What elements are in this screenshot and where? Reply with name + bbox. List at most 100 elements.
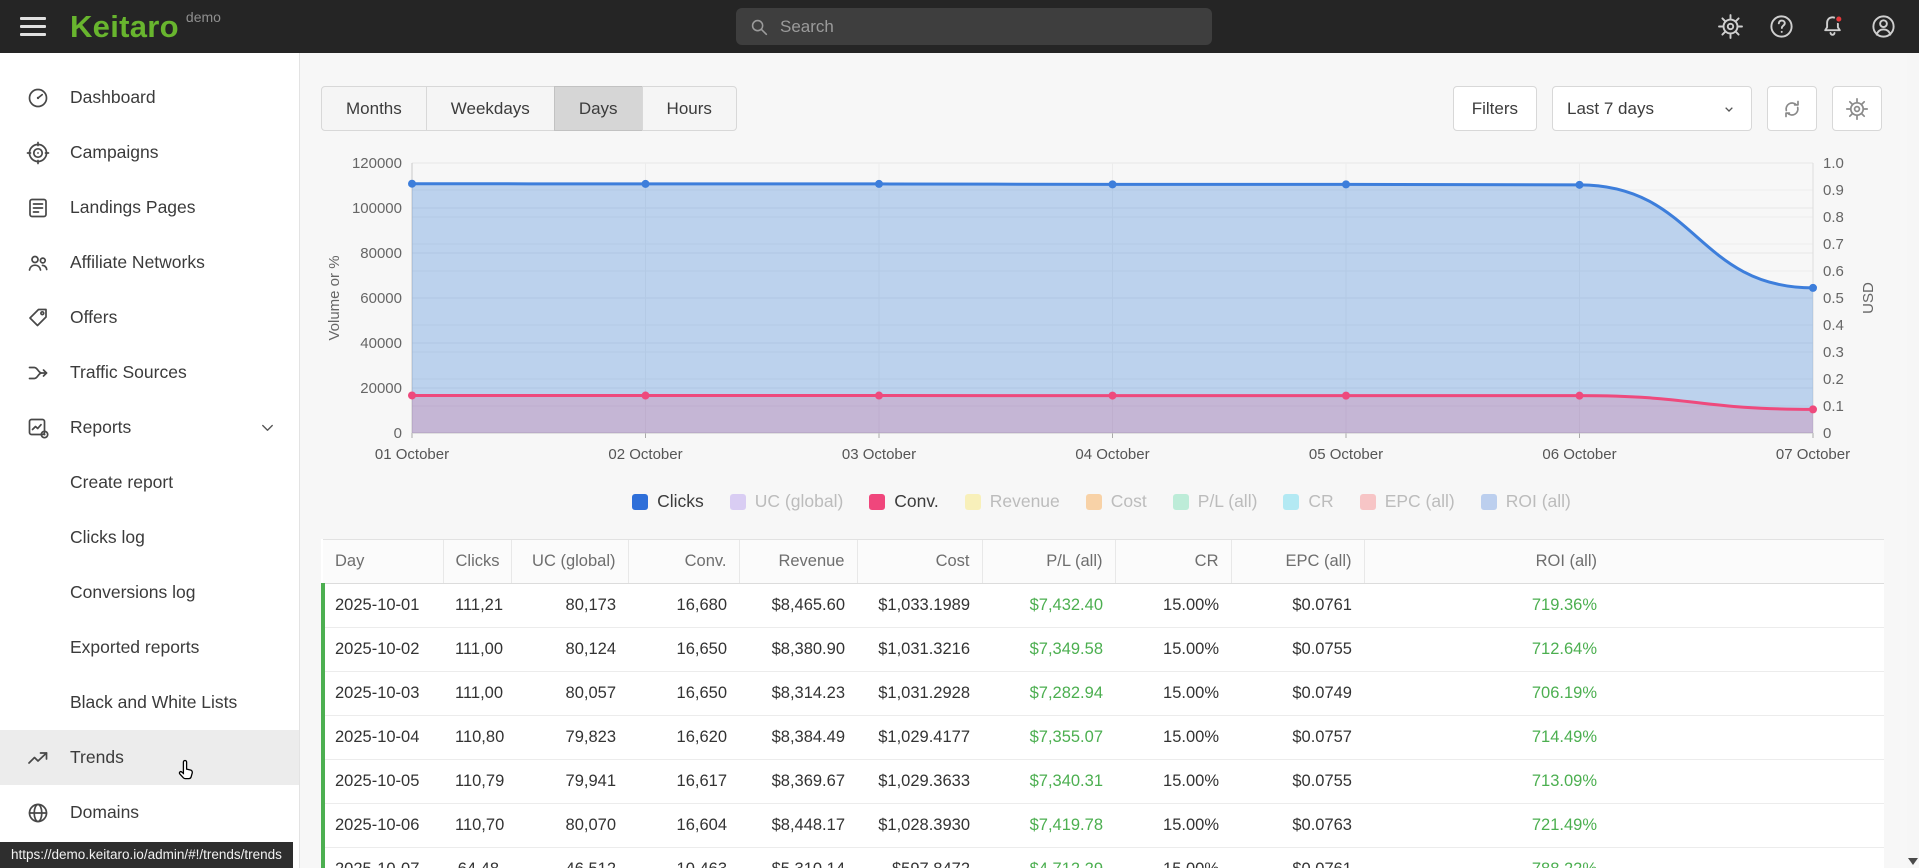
sidebar-item-reports[interactable]: Reports: [0, 400, 299, 455]
cell-revenue: $8,448.17: [739, 803, 857, 848]
cell-p-l-all: $4,712.29: [982, 847, 1115, 868]
notifications-bell-icon[interactable]: [1819, 13, 1846, 40]
user-account-icon[interactable]: [1870, 13, 1897, 40]
search-box[interactable]: [736, 8, 1212, 45]
svg-text:0: 0: [394, 425, 402, 442]
cell-revenue: $8,369.67: [739, 759, 857, 804]
legend-label: Conv.: [894, 491, 939, 511]
sidebar-item-label: Landings Pages: [70, 197, 196, 217]
cell-day: 2025-10-03: [321, 671, 443, 716]
tab-months[interactable]: Months: [321, 86, 427, 131]
trends-icon: [26, 746, 50, 770]
cell-cr: 15.00%: [1115, 803, 1231, 848]
cell-epc-all: $0.0755: [1231, 627, 1364, 672]
sidebar-item-trends[interactable]: Trends: [0, 730, 299, 785]
legend-item-revenue[interactable]: Revenue: [964, 491, 1060, 512]
cell-conv: 16,620: [628, 715, 739, 760]
sidebar-item-affiliate-networks[interactable]: Affiliate Networks: [0, 235, 299, 290]
cell-roi-all: 714.49%: [1364, 715, 1609, 760]
cell-roi-all: 706.19%: [1364, 671, 1609, 716]
sidebar-item-traffic-sources[interactable]: Traffic Sources: [0, 345, 299, 400]
sidebar-item-label: Clicks log: [70, 527, 145, 547]
legend-item-epc-all[interactable]: EPC (all): [1359, 491, 1455, 512]
sidebar-item-black-and-white-lists[interactable]: Black and White Lists: [0, 675, 299, 730]
sidebar-item-label: Domains: [70, 802, 140, 822]
chart-settings-button[interactable]: [1832, 86, 1882, 131]
svg-text:04 October: 04 October: [1075, 446, 1149, 463]
logo[interactable]: Keitaro: [70, 9, 179, 45]
offers-icon: [26, 306, 50, 330]
table-row: 2025-10-01 111,21 80,173 16,680 $8,465.60 $1,…: [321, 583, 1884, 628]
cell-filler: [1609, 583, 1884, 628]
cell-uc-global: 79,823: [511, 715, 628, 760]
sidebar-item-landings-pages[interactable]: Landings Pages: [0, 180, 299, 235]
legend-swatch: [632, 493, 649, 510]
table-row: 2025-10-0764,4846,51210,463$5,310.14$597…: [321, 847, 1884, 868]
chevron-down-icon: [1721, 101, 1737, 117]
sidebar-item-label: Reports: [70, 417, 132, 437]
svg-text:0.8: 0.8: [1823, 209, 1844, 226]
sidebar-item-create-report[interactable]: Create report: [0, 455, 299, 510]
sidebar-item-label: Offers: [70, 307, 118, 327]
legend-item-clicks[interactable]: Clicks: [632, 491, 704, 512]
column-header-epc-all: EPC (all): [1230, 539, 1364, 584]
tab-hours[interactable]: Hours: [641, 86, 737, 131]
trends-table-wrap: Day Clicks UC (global) Conv. Revenue Cost P/L …: [321, 539, 1907, 868]
help-icon[interactable]: [1768, 13, 1795, 40]
svg-text:0.3: 0.3: [1823, 344, 1844, 361]
svg-text:06 October: 06 October: [1542, 446, 1616, 463]
trends-table: Day Clicks UC (global) Conv. Revenue Cost P/L …: [321, 539, 1884, 868]
sidebar-item-clicks-log[interactable]: Clicks log: [0, 510, 299, 565]
legend-item-roi-all[interactable]: ROI (all): [1480, 491, 1571, 512]
dashboard-icon: [26, 86, 50, 110]
cell-conv: 16,650: [628, 627, 739, 672]
cell-epc-all: $0.0757: [1231, 715, 1364, 760]
tab-days[interactable]: Days: [553, 86, 643, 131]
cell-p-l-all: $7,419.78: [982, 803, 1115, 848]
sidebar-item-domains[interactable]: Domains: [0, 785, 299, 840]
legend-label: EPC (all): [1384, 491, 1455, 511]
legend-item-conv[interactable]: Conv.: [869, 491, 939, 512]
cell-conv: 16,680: [628, 583, 739, 628]
gear-icon[interactable]: [1717, 13, 1744, 40]
menu-icon[interactable]: [20, 17, 46, 36]
svg-text:0.6: 0.6: [1823, 263, 1844, 280]
search-input[interactable]: [780, 16, 1200, 37]
sidebar-item-dashboard[interactable]: Dashboard: [0, 70, 299, 125]
legend-item-p-l-all[interactable]: P/L (all): [1172, 491, 1258, 512]
cell-clicks: 110,80: [443, 715, 511, 760]
scrollbar[interactable]: [1907, 53, 1919, 868]
cell-p-l-all: $7,340.31: [982, 759, 1115, 804]
sidebar-item-conversions-log[interactable]: Conversions log: [0, 565, 299, 620]
sidebar-item-offers[interactable]: Offers: [0, 290, 299, 345]
refresh-button[interactable]: [1767, 86, 1817, 131]
cell-conv: 16,617: [628, 759, 739, 804]
sidebar-item-campaigns[interactable]: Campaigns: [0, 125, 299, 180]
legend-label: P/L (all): [1197, 491, 1258, 511]
app-root: Keitaro demo Dashboard Campaigns Landings …: [0, 0, 1919, 868]
table-row: 2025-10-05 110,79 79,941 16,617 $8,369.67 $1,…: [321, 759, 1884, 804]
affiliates-icon: [26, 251, 50, 275]
tab-weekdays[interactable]: Weekdays: [425, 86, 555, 131]
toolbar-actions: Filters Last 7 days: [1452, 86, 1882, 131]
column-header-filler: [1609, 539, 1884, 584]
search-icon: [748, 16, 770, 38]
svg-text:0: 0: [1823, 425, 1831, 442]
legend-item-cr[interactable]: CR: [1283, 491, 1334, 512]
sidebar-item-exported-reports[interactable]: Exported reports: [0, 620, 299, 675]
legend-item-cost[interactable]: Cost: [1085, 491, 1147, 512]
legend-item-uc-global[interactable]: UC (global): [729, 491, 843, 512]
table-header-row: Day Clicks UC (global) Conv. Revenue Cost P/L …: [323, 539, 1884, 584]
cell-p-l-all: $7,432.40: [982, 583, 1115, 628]
cell-cr: 15.00%: [1115, 759, 1231, 804]
cell-cr: 15.00%: [1115, 671, 1231, 716]
legend-swatch: [1283, 493, 1300, 510]
legend-label: ROI (all): [1505, 491, 1571, 511]
date-range-select[interactable]: Last 7 days: [1552, 86, 1752, 131]
svg-text:02 October: 02 October: [608, 446, 682, 463]
filters-button[interactable]: Filters: [1452, 86, 1537, 131]
scrollbar-down-arrow[interactable]: [1908, 858, 1918, 865]
cell-day: 2025-10-02: [321, 627, 443, 672]
sidebar-item-label: Dashboard: [70, 87, 156, 107]
svg-text:40000: 40000: [360, 335, 402, 352]
